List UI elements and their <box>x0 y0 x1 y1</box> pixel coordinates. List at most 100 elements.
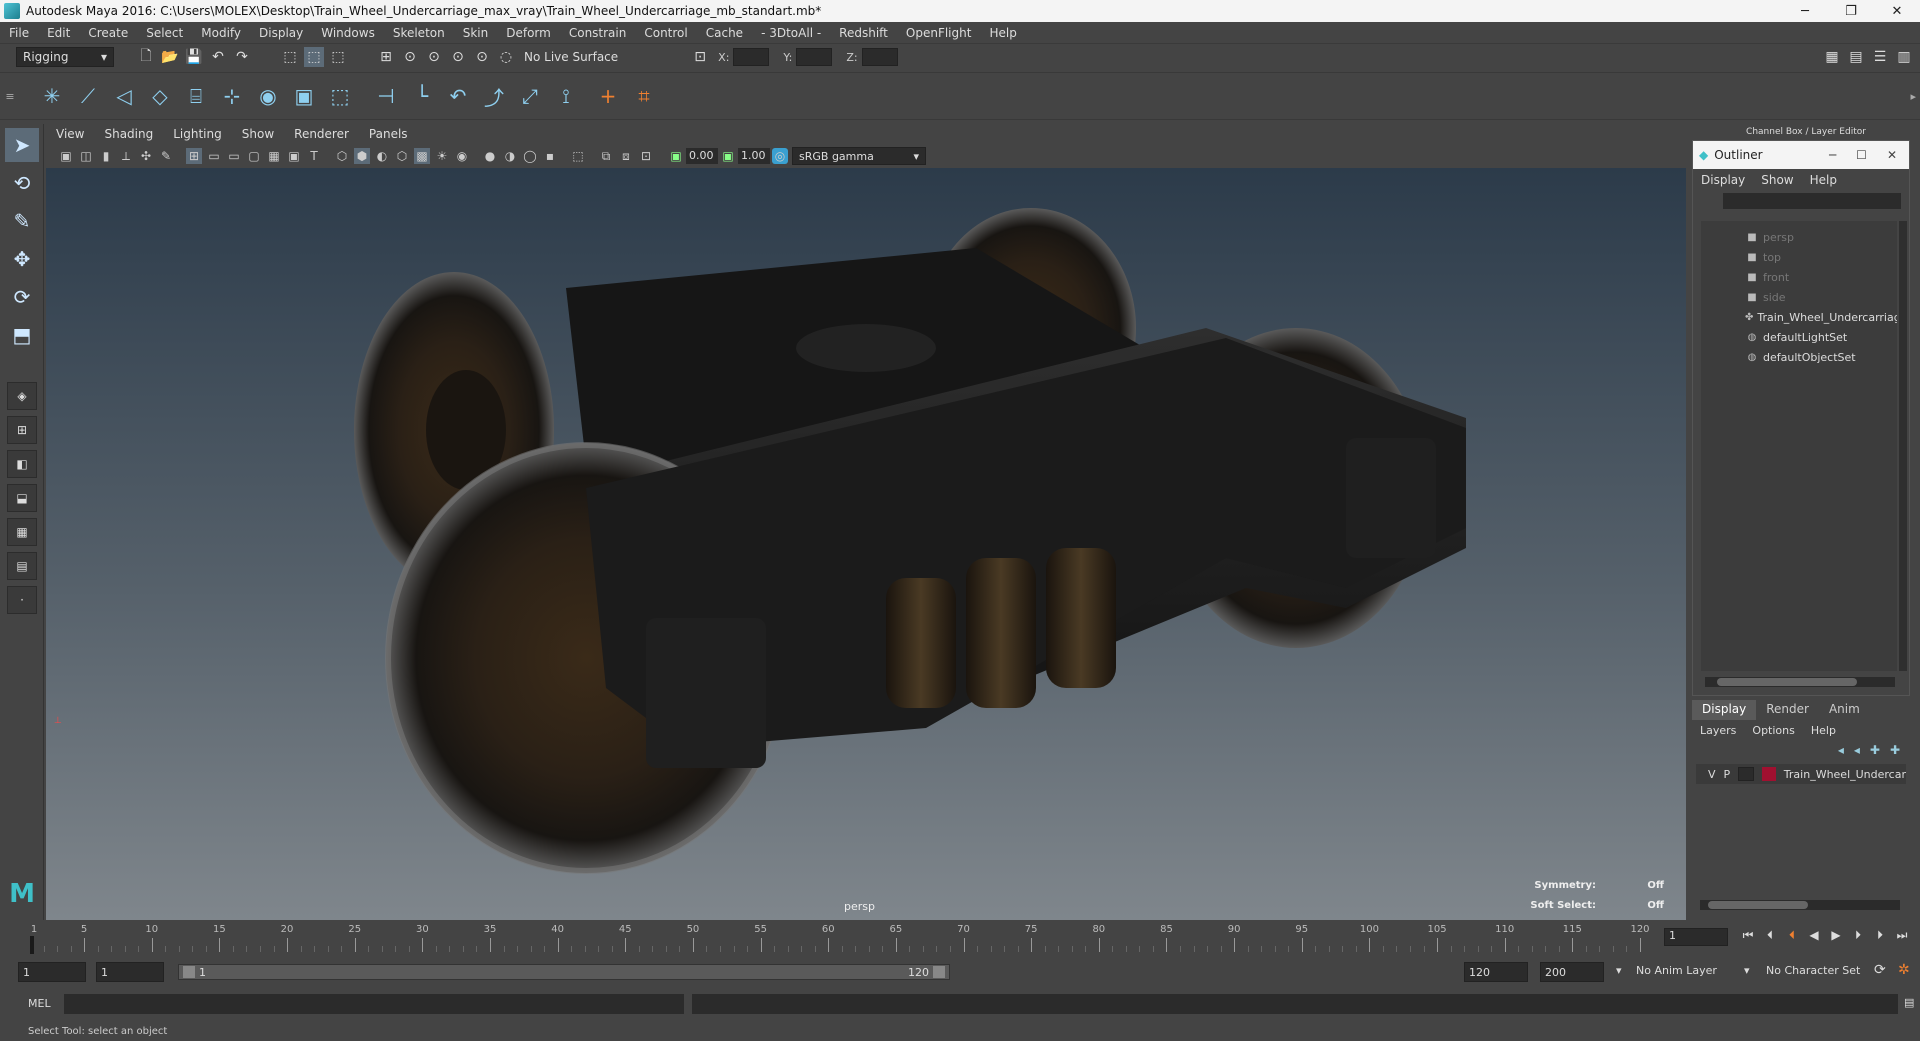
menu-select[interactable]: Select <box>137 26 192 40</box>
xray-joints-icon[interactable]: ☀ <box>434 148 450 164</box>
menu-skin[interactable]: Skin <box>454 26 498 40</box>
image-plane-icon[interactable]: ⟂ <box>118 148 134 164</box>
view-transform-dropdown[interactable]: sRGB gamma ▾ <box>792 147 926 165</box>
textured-icon[interactable]: ◉ <box>454 148 470 164</box>
lasso-tool-icon[interactable]: ⟲ <box>5 166 39 200</box>
menu-redshift[interactable]: Redshift <box>830 26 897 40</box>
outliner-menu-help[interactable]: Help <box>1810 173 1837 187</box>
wrap-icon[interactable]: ⬚ <box>324 80 356 112</box>
animation-preferences-icon[interactable]: ✲ <box>1898 962 1910 978</box>
xray-icon[interactable]: ▩ <box>414 148 430 164</box>
four-view-layout-icon[interactable]: ⊞ <box>7 416 37 444</box>
close-button[interactable]: ✕ <box>1874 0 1920 22</box>
layer-menu-options[interactable]: Options <box>1752 724 1794 737</box>
playback-end-field[interactable]: 120 <box>1464 962 1528 982</box>
shelf-scroll-icon[interactable]: ▸ <box>1910 90 1920 103</box>
y-field[interactable] <box>796 48 833 66</box>
cluster-icon[interactable]: ◉ <box>252 80 284 112</box>
panel-menu-show[interactable]: Show <box>232 127 284 141</box>
layer-row[interactable]: V P Train_Wheel_Undercar <box>1696 764 1906 784</box>
outliner-item[interactable]: ■ top <box>1701 247 1897 267</box>
go-to-start-icon[interactable]: ⏮ <box>1740 928 1756 943</box>
panel-menu-lighting[interactable]: Lighting <box>163 127 232 141</box>
mirror-joint-icon[interactable]: ◇ <box>144 80 176 112</box>
outliner-maximize-button[interactable]: ☐ <box>1856 148 1867 162</box>
tab-anim[interactable]: Anim <box>1819 700 1870 720</box>
undo-icon[interactable]: ↶ <box>208 47 228 67</box>
menu-cache[interactable]: Cache <box>697 26 752 40</box>
single-perspective-layout-icon[interactable]: ◈ <box>7 382 37 410</box>
menu-windows[interactable]: Windows <box>312 26 384 40</box>
motion-blur-icon[interactable]: ▪ <box>542 148 558 164</box>
field-chart-icon[interactable]: ▦ <box>266 148 282 164</box>
layer-horizontal-scrollbar[interactable] <box>1700 900 1900 910</box>
command-input[interactable] <box>64 994 684 1014</box>
wireframe-icon[interactable]: ⬡ <box>334 148 350 164</box>
play-backwards-icon[interactable]: ◀ <box>1806 928 1822 943</box>
parent-constraint-icon[interactable]: └ <box>406 80 438 112</box>
menu-3dtoall[interactable]: - 3DtoAll - <box>752 26 830 40</box>
script-language-label[interactable]: MEL <box>28 997 51 1010</box>
grease-pencil-icon[interactable]: ✎ <box>158 148 174 164</box>
safe-title-icon[interactable]: T <box>306 148 322 164</box>
color-management-icon[interactable]: ◎ <box>772 148 788 164</box>
x-field[interactable] <box>733 48 770 66</box>
select-by-object-icon[interactable]: ⬚ <box>304 47 324 67</box>
script-editor-icon[interactable]: ▤ <box>1904 996 1914 1009</box>
backface-culling-icon[interactable]: ⊡ <box>638 148 654 164</box>
create-locator-icon[interactable]: ⊹ <box>216 80 248 112</box>
make-live-icon[interactable]: ◌ <box>496 47 516 67</box>
modeling-toolkit-icon[interactable]: ▦ <box>1822 47 1842 67</box>
new-layer-icon[interactable]: ✚ <box>1870 743 1880 757</box>
aim-constraint-icon[interactable]: ⟟ <box>550 80 582 112</box>
gamma-field[interactable]: 1.00 <box>738 148 770 164</box>
anim-layer-dropdown[interactable]: ▾ <box>1616 964 1622 977</box>
current-time-marker[interactable] <box>30 936 34 954</box>
layer-type-box[interactable] <box>1738 767 1754 781</box>
menu-modify[interactable]: Modify <box>192 26 250 40</box>
snap-point-icon[interactable]: ⊙ <box>424 47 444 67</box>
lattice-icon[interactable]: ▣ <box>288 80 320 112</box>
snap-grid-icon[interactable]: ⊞ <box>376 47 396 67</box>
snap-view-icon[interactable]: ⊙ <box>448 47 468 67</box>
two-sided-lighting-icon[interactable]: ⧈ <box>618 148 634 164</box>
menu-file[interactable]: File <box>0 26 38 40</box>
redo-icon[interactable]: ↷ <box>232 47 252 67</box>
panel-menu-shading[interactable]: Shading <box>94 127 163 141</box>
orient-joint-icon[interactable]: ⌸ <box>180 80 212 112</box>
outliner-item[interactable]: ■ persp <box>1701 227 1897 247</box>
layer-menu-help[interactable]: Help <box>1811 724 1836 737</box>
point-constraint-icon[interactable]: ↶ <box>442 80 474 112</box>
outliner-item[interactable]: ■ front <box>1701 267 1897 287</box>
shadows-icon[interactable]: ◑ <box>502 148 518 164</box>
minimize-button[interactable]: ─ <box>1782 0 1828 22</box>
script-layout-icon[interactable]: ▤ <box>7 552 37 580</box>
play-forwards-icon[interactable]: ▶ <box>1828 928 1844 943</box>
outliner-minimize-button[interactable]: ─ <box>1829 148 1836 162</box>
outliner-close-button[interactable]: ✕ <box>1887 148 1897 162</box>
scale-tool-icon[interactable]: ⬒ <box>5 318 39 352</box>
transform-field-icon[interactable]: ⊡ <box>690 47 710 67</box>
tab-render[interactable]: Render <box>1756 700 1819 720</box>
outliner-menu-display[interactable]: Display <box>1701 173 1745 187</box>
attribute-editor-icon[interactable]: ▤ <box>1846 47 1866 67</box>
ik-handle-icon[interactable]: ⟋ <box>72 80 104 112</box>
save-scene-icon[interactable]: 💾 <box>184 47 204 67</box>
step-forward-frame-icon[interactable]: ⏵ <box>1872 928 1888 943</box>
select-by-hierarchy-icon[interactable]: ⬚ <box>280 47 300 67</box>
outliner-item[interactable]: ✤ Train_Wheel_Undercarriag <box>1701 307 1897 327</box>
character-set-dropdown[interactable]: ▾ <box>1744 964 1750 977</box>
select-camera-icon[interactable]: ▣ <box>58 148 74 164</box>
hypershade-layout-icon[interactable]: ▦ <box>7 518 37 546</box>
menu-create[interactable]: Create <box>79 26 137 40</box>
pole-vector-icon[interactable]: + <box>592 80 624 112</box>
open-scene-icon[interactable]: 📂 <box>160 47 180 67</box>
select-by-component-icon[interactable]: ⬚ <box>328 47 348 67</box>
new-scene-icon[interactable]: 🗋 <box>136 47 156 67</box>
wireframe-on-shaded-icon[interactable]: ⬡ <box>394 148 410 164</box>
current-frame-field[interactable]: 1 <box>1664 928 1728 946</box>
time-slider[interactable]: 1 5 10 15 20 25 30 35 40 45 50 55 60 65 70 75 80 85 90 95 10… <box>0 920 1920 954</box>
outliner-vertical-scrollbar[interactable] <box>1899 221 1907 671</box>
step-forward-key-icon[interactable]: ⏵ <box>1850 928 1866 943</box>
step-back-key-icon[interactable]: ⏴ <box>1784 928 1800 943</box>
